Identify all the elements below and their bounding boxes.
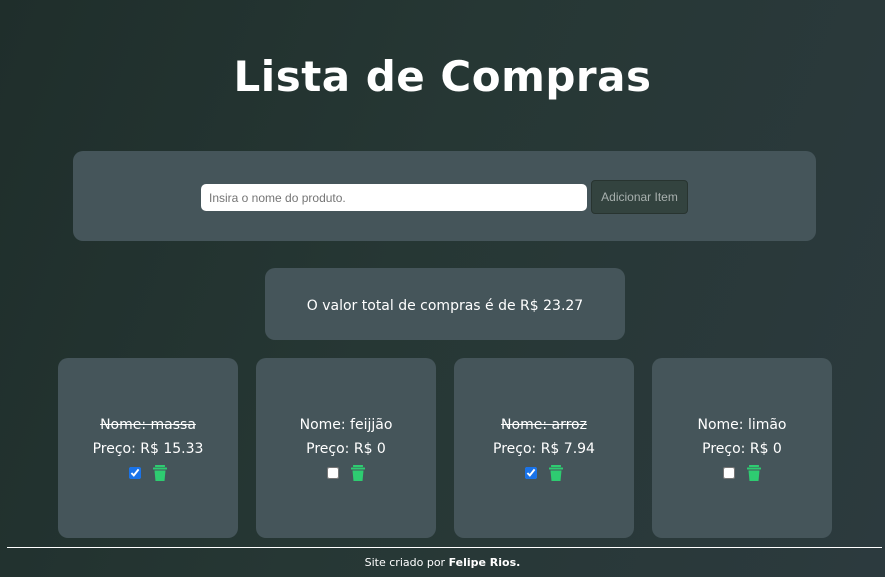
item-card: Nome: feijjão Preço: R$ 0 <box>256 358 436 538</box>
trash-icon[interactable] <box>549 465 563 481</box>
item-name: Nome: feijjão <box>299 417 393 433</box>
item-checkbox[interactable] <box>723 467 735 479</box>
item-name: Nome: limão <box>697 417 787 433</box>
item-card: Nome: limão Preço: R$ 0 <box>652 358 832 538</box>
product-name-input[interactable] <box>201 184 587 211</box>
trash-icon[interactable] <box>153 465 167 481</box>
item-price: Preço: R$ 0 <box>306 441 386 457</box>
footer-prefix: Site criado por <box>364 556 449 569</box>
item-checkbox[interactable] <box>525 467 537 479</box>
item-price: Preço: R$ 7.94 <box>493 441 595 457</box>
footer-divider <box>7 547 882 548</box>
item-name: Nome: arroz <box>501 417 587 433</box>
item-card: Nome: massa Preço: R$ 15.33 <box>58 358 238 538</box>
item-checkbox[interactable] <box>327 467 339 479</box>
item-name: Nome: massa <box>100 417 196 433</box>
item-price: Preço: R$ 15.33 <box>92 441 204 457</box>
page-title: Lista de Compras <box>233 52 652 101</box>
trash-icon[interactable] <box>351 465 365 481</box>
add-item-form: Adicionar Item <box>73 151 816 241</box>
trash-icon[interactable] <box>747 465 761 481</box>
total-summary: O valor total de compras é de R$ 23.27 <box>265 268 625 340</box>
item-price: Preço: R$ 0 <box>702 441 782 457</box>
footer: Site criado por Felipe Rios. <box>0 556 885 569</box>
item-checkbox[interactable] <box>129 467 141 479</box>
item-card: Nome: arroz Preço: R$ 7.94 <box>454 358 634 538</box>
add-item-button[interactable]: Adicionar Item <box>591 180 688 214</box>
total-text: O valor total de compras é de R$ 23.27 <box>306 298 584 314</box>
footer-author: Felipe Rios. <box>448 556 521 569</box>
